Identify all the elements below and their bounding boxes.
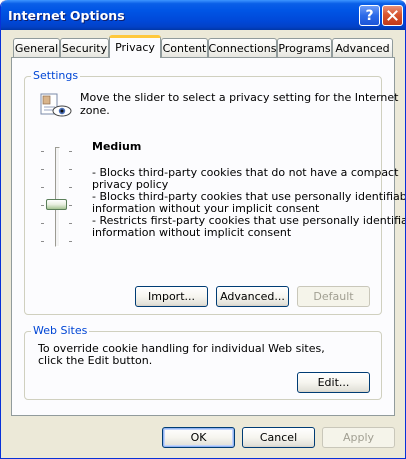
ok-button-label: OK xyxy=(190,431,207,444)
tab-general[interactable]: General xyxy=(13,38,60,57)
title-bar[interactable]: Internet Options ? xyxy=(1,0,405,30)
slider-tick xyxy=(69,241,72,242)
tab-connections[interactable]: Connections xyxy=(208,38,277,57)
tab-label: Connections xyxy=(208,41,277,55)
cancel-button[interactable]: Cancel xyxy=(242,427,315,448)
websites-group-label: Web Sites xyxy=(31,324,90,337)
import-button-label: Import... xyxy=(148,290,195,303)
tab-programs[interactable]: Programs xyxy=(277,38,332,57)
slider-tick xyxy=(41,169,44,170)
slider-tick xyxy=(41,241,44,242)
slider-thumb[interactable] xyxy=(46,199,67,210)
cancel-button-label: Cancel xyxy=(259,431,298,444)
slider-tick xyxy=(69,205,72,206)
slider-tick xyxy=(69,151,72,152)
advanced-button[interactable]: Advanced... xyxy=(216,286,289,307)
tab-label: Programs xyxy=(278,41,331,55)
close-icon xyxy=(387,10,398,21)
tab-label: Privacy xyxy=(115,40,155,54)
window-title: Internet Options xyxy=(8,8,125,23)
import-button[interactable]: Import... xyxy=(135,286,208,307)
settings-group-label: Settings xyxy=(31,69,81,82)
apply-button-label: Apply xyxy=(342,431,375,444)
slider-tick xyxy=(69,187,72,188)
settings-description-line1: Move the slider to select a privacy sett… xyxy=(80,91,399,104)
slider-track xyxy=(55,147,60,247)
privacy-slider[interactable] xyxy=(41,147,73,251)
slider-tick xyxy=(69,169,72,170)
settings-description-line2: zone. xyxy=(80,104,110,117)
settings-group: Settings Move the slider to select a pri… xyxy=(24,69,405,315)
tab-label: Advanced xyxy=(335,41,390,55)
websites-group: Web Sites To override cookie handling fo… xyxy=(24,324,382,400)
internet-options-dialog: Internet Options ? General Security Priv… xyxy=(0,0,406,459)
tab-content[interactable]: Content xyxy=(161,38,208,57)
slider-tick xyxy=(41,151,44,152)
ok-button[interactable]: OK xyxy=(162,427,235,448)
privacy-level-name: Medium xyxy=(92,140,142,153)
default-button[interactable]: Default xyxy=(297,286,370,307)
advanced-button-label: Advanced... xyxy=(220,290,285,303)
edit-button[interactable]: Edit... xyxy=(297,372,370,393)
privacy-detail-line: information without implicit consent xyxy=(92,226,292,239)
tab-label: Content xyxy=(162,41,207,55)
tab-label: General xyxy=(14,41,59,55)
tab-security[interactable]: Security xyxy=(60,38,109,57)
slider-tick xyxy=(41,223,44,224)
apply-button[interactable]: Apply xyxy=(322,427,395,448)
slider-tick xyxy=(69,223,72,224)
close-button[interactable] xyxy=(382,5,403,26)
edit-button-label: Edit... xyxy=(317,376,350,389)
privacy-tab-panel: Settings Move the slider to select a pri… xyxy=(11,57,405,416)
default-button-label: Default xyxy=(313,290,354,303)
slider-tick xyxy=(41,187,44,188)
tab-advanced[interactable]: Advanced xyxy=(332,38,393,57)
websites-text-line2: click the Edit button. xyxy=(38,354,153,367)
tab-privacy[interactable]: Privacy xyxy=(109,35,161,58)
help-icon: ? xyxy=(365,7,374,24)
tab-label: Security xyxy=(61,41,108,55)
help-button[interactable]: ? xyxy=(359,5,380,26)
privacy-icon xyxy=(40,93,72,117)
slider-tick xyxy=(41,205,44,206)
